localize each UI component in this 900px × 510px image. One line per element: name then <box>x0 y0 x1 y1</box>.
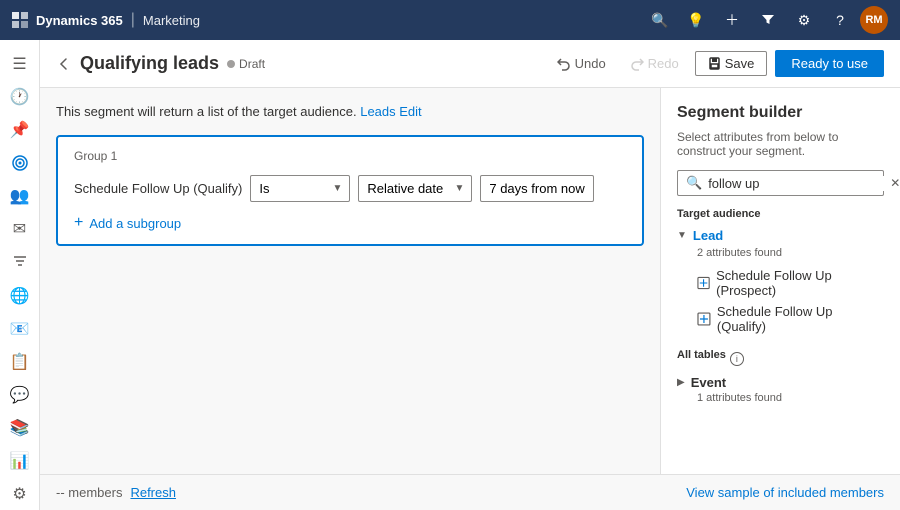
redo-button[interactable]: Redo <box>622 52 687 75</box>
event-entity-count: 1 attributes found <box>697 392 884 404</box>
sidebar-pin-icon[interactable]: 📌 <box>2 114 38 145</box>
target-audience-label: Target audience <box>677 208 884 220</box>
panel-description: Select attributes from below to construc… <box>677 130 884 158</box>
top-navigation: Dynamics 365 | Marketing 🔍 💡 ＋ ⚙ ? RM <box>0 0 900 40</box>
sidebar-chart-icon[interactable]: 📊 <box>2 446 38 477</box>
sidebar-chat-icon[interactable]: 💬 <box>2 379 38 410</box>
event-entity-name: Event <box>691 375 726 390</box>
lead-entity-group: ▼ Lead 2 attributes found Schedule Follo… <box>677 228 884 337</box>
filter-svg <box>761 13 775 27</box>
add-subgroup-button[interactable]: + Add a subgroup <box>74 214 181 232</box>
avatar[interactable]: RM <box>860 6 888 34</box>
sidebar-settings2-icon[interactable]: ⚙ <box>2 479 38 510</box>
save-icon <box>708 57 721 70</box>
save-button[interactable]: Save <box>695 51 768 76</box>
group-label: Group 1 <box>74 149 626 163</box>
sidebar-recent-icon[interactable]: 🕐 <box>2 81 38 112</box>
search-nav-icon[interactable]: 🔍 <box>644 4 676 36</box>
sidebar-menu-icon[interactable]: ☰ <box>2 48 38 79</box>
search-input[interactable] <box>708 176 884 191</box>
main-content: Qualifying leads Draft Undo Redo Save <box>40 40 900 510</box>
panel-title: Segment builder <box>677 104 884 122</box>
lead-chevron-icon: ▼ <box>677 230 687 241</box>
event-chevron-icon: ▶ <box>677 377 685 388</box>
filter-icon[interactable] <box>752 4 784 36</box>
operator-select-wrapper[interactable]: Is ▼ <box>250 175 350 202</box>
edit-link[interactable]: Edit <box>399 104 421 119</box>
event-entity-header[interactable]: ▶ Event <box>677 375 884 390</box>
target-svg <box>12 155 28 171</box>
nav-divider: | <box>131 11 135 29</box>
redo-icon <box>630 57 644 71</box>
attribute-prospect-label: Schedule Follow Up (Prospect) <box>716 268 884 298</box>
page-title: Qualifying leads <box>80 53 219 74</box>
status-dot <box>227 60 235 68</box>
entity-link[interactable]: Leads <box>360 104 395 119</box>
condition-row: Schedule Follow Up (Qualify) Is ▼ Relati… <box>74 175 626 202</box>
module-name: Marketing <box>143 13 200 28</box>
topnav-icons: 🔍 💡 ＋ ⚙ ? RM <box>644 4 888 36</box>
help-icon[interactable]: ? <box>824 4 856 36</box>
brand-name: Dynamics 365 <box>12 12 123 28</box>
dynamics-logo-icon <box>12 12 28 28</box>
page-header: Qualifying leads Draft Undo Redo Save <box>40 40 900 88</box>
ready-to-use-button[interactable]: Ready to use <box>775 50 884 77</box>
back-arrow-icon <box>56 56 72 72</box>
view-sample-link[interactable]: View sample of included members <box>686 485 884 500</box>
all-tables-info-icon[interactable]: i <box>730 352 744 366</box>
undo-button[interactable]: Undo <box>549 52 614 75</box>
sidebar-mail-icon[interactable]: 📧 <box>2 313 38 344</box>
right-panel: Segment builder Select attributes from b… <box>660 88 900 474</box>
members-text: -- members <box>56 485 122 500</box>
settings-icon[interactable]: ⚙ <box>788 4 820 36</box>
sidebar-email-icon[interactable]: ✉ <box>2 214 38 245</box>
lightbulb-icon[interactable]: 💡 <box>680 4 712 36</box>
group-box: Group 1 Schedule Follow Up (Qualify) Is … <box>56 135 644 246</box>
plus-subgroup-icon: + <box>74 214 83 232</box>
all-tables-label: All tables <box>677 349 726 361</box>
condition-field: Schedule Follow Up (Qualify) <box>74 181 242 196</box>
status-label: Draft <box>239 57 265 71</box>
plus-icon[interactable]: ＋ <box>716 4 748 36</box>
date-type-select-wrapper[interactable]: Relative date ▼ <box>358 175 472 202</box>
filter2-svg <box>12 254 28 270</box>
operator-select[interactable]: Is <box>250 175 350 202</box>
undo-icon <box>557 57 571 71</box>
lead-entity-count: 2 attributes found <box>697 247 884 259</box>
search-box[interactable]: 🔍 ✕ <box>677 170 884 196</box>
condition-value: 7 days from now <box>480 175 593 202</box>
all-tables-section: All tables i ▶ Event 1 attributes found <box>677 349 884 404</box>
sidebar-globe-icon[interactable]: 🌐 <box>2 280 38 311</box>
refresh-link[interactable]: Refresh <box>130 485 176 500</box>
back-button[interactable] <box>56 56 72 72</box>
segment-editor: This segment will return a list of the t… <box>40 88 660 474</box>
sidebar-form-icon[interactable]: 📋 <box>2 346 38 377</box>
search-icon: 🔍 <box>686 175 702 191</box>
clear-search-icon[interactable]: ✕ <box>890 176 900 190</box>
attribute-prospect[interactable]: Schedule Follow Up (Prospect) <box>677 265 884 301</box>
lead-entity-name: Lead <box>693 228 723 243</box>
sidebar: ☰ 🕐 📌 👥 ✉ 🌐 📧 📋 💬 📚 📊 ⚙ <box>0 40 40 510</box>
sidebar-people-icon[interactable]: 👥 <box>2 181 38 212</box>
all-tables-header: All tables i <box>677 349 884 369</box>
attribute-prospect-icon <box>697 276 710 290</box>
status-bar: -- members Refresh View sample of includ… <box>40 474 900 510</box>
segment-info: This segment will return a list of the t… <box>56 104 644 119</box>
lead-entity-header[interactable]: ▼ Lead <box>677 228 884 243</box>
attribute-qualify-label: Schedule Follow Up (Qualify) <box>717 304 884 334</box>
date-type-select[interactable]: Relative date <box>358 175 472 202</box>
sidebar-library-icon[interactable]: 📚 <box>2 413 38 444</box>
attribute-qualify-icon <box>697 312 711 326</box>
attribute-qualify[interactable]: Schedule Follow Up (Qualify) <box>677 301 884 337</box>
sidebar-target-icon[interactable] <box>2 147 38 178</box>
sidebar-filter2-icon[interactable] <box>2 247 38 278</box>
page-content: This segment will return a list of the t… <box>40 88 900 474</box>
header-actions: Undo Redo Save Ready to use <box>549 50 884 77</box>
status-badge: Draft <box>227 57 265 71</box>
